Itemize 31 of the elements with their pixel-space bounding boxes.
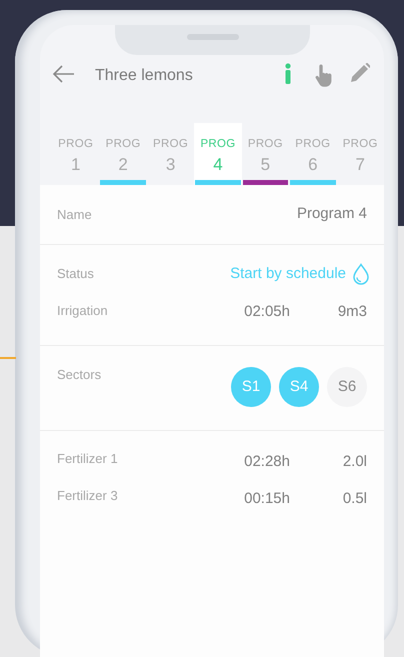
pointing-hand-icon[interactable]: [314, 63, 334, 87]
fertilizer-volume: 0.5l: [342, 489, 367, 509]
fertilizer-time: 00:15h: [243, 489, 290, 509]
water-drop-icon: [352, 263, 370, 285]
program-tab[interactable]: PROG 4: [194, 123, 242, 185]
fertilizer-time: 02:28h: [243, 452, 290, 472]
fertilizer-volume: 2.0l: [342, 452, 367, 472]
field-label: Irrigation: [57, 302, 108, 320]
fertilizer-name: Fertilizer 3: [57, 487, 118, 505]
field-label: Name: [57, 206, 92, 224]
program-tab[interactable]: PROG 1: [52, 123, 100, 185]
irrigation-time: 02:05h: [243, 302, 290, 322]
program-tab[interactable]: PROG 6: [289, 123, 337, 185]
program-tab[interactable]: PROG 7: [336, 123, 384, 185]
info-icon[interactable]: [284, 63, 292, 84]
sector-chip[interactable]: S6: [327, 367, 367, 407]
program-tab[interactable]: PROG 2: [99, 123, 147, 185]
program-tab[interactable]: PROG 3: [146, 123, 194, 185]
accent-line: [0, 357, 16, 359]
pencil-icon[interactable]: [350, 63, 370, 83]
program-tab[interactable]: PROG 5: [242, 123, 290, 185]
program-name: Program 4: [296, 204, 367, 224]
screen-title: Three lemons: [95, 66, 193, 86]
irrigation-volume: 9m3: [336, 302, 367, 322]
field-label: Sectors: [57, 366, 102, 384]
fertilizer-name: Fertilizer 1: [57, 450, 118, 468]
back-arrow-icon[interactable]: [52, 65, 75, 83]
status-link[interactable]: Start by schedule: [230, 262, 346, 286]
sector-chip[interactable]: S4: [279, 367, 319, 407]
field-label: Status: [57, 265, 94, 284]
sector-chip[interactable]: S1: [231, 367, 271, 407]
